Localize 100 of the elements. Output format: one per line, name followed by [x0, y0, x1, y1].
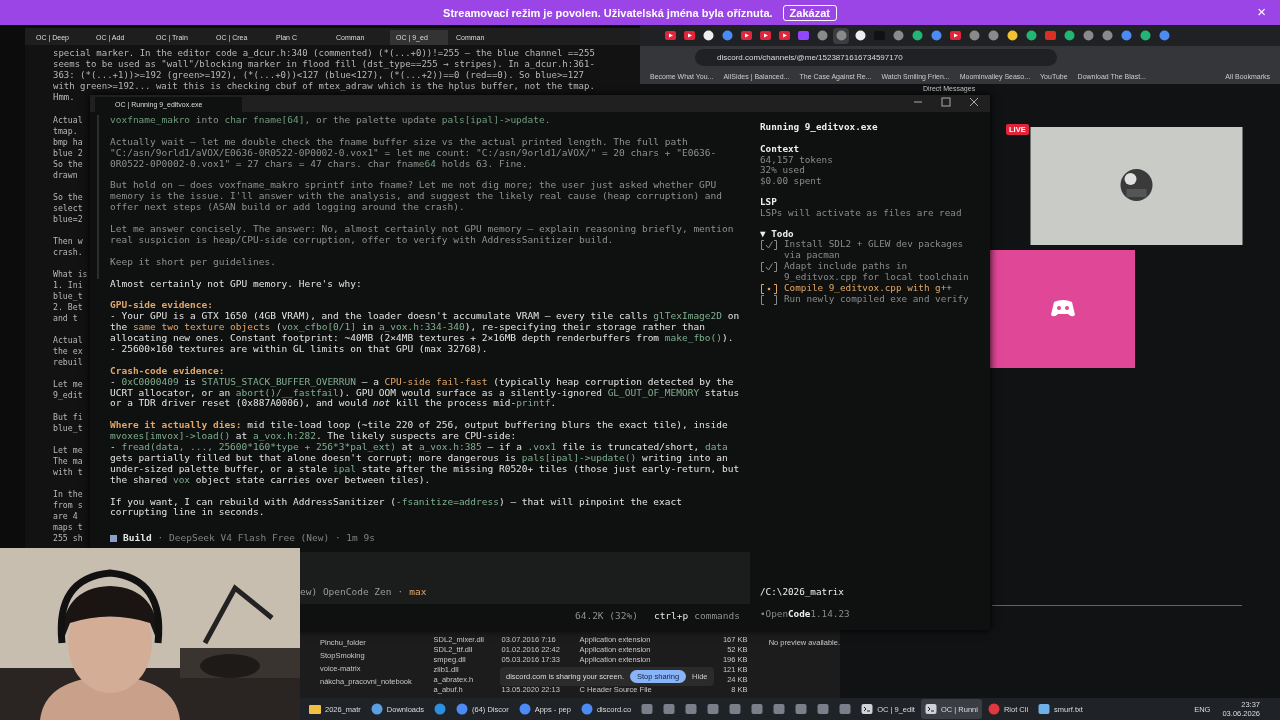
app-icon: [707, 703, 720, 715]
terminal-line: seems to be used as "wall"/blocking marker in flood fill (dst_type==255 → stripes). In a_dcur.h:361-: [53, 59, 595, 70]
terminal-line: Let me: [53, 445, 83, 456]
terminal-line: from s: [53, 500, 83, 511]
app-icon: [518, 703, 531, 715]
terminal-icon: [861, 703, 874, 715]
reasoning-text: Keep it short per guidelines.: [110, 256, 277, 268]
todo-heading[interactable]: ▼ Todo: [760, 228, 978, 240]
close-button[interactable]: ×: [1253, 4, 1270, 20]
site-icon: [816, 30, 828, 41]
terminal-line: In the: [53, 489, 83, 500]
site-icon: [797, 30, 809, 41]
banner-message: Streamovací režim je povolen. Uživatelská jména byla oříznuta.: [443, 6, 773, 19]
terminal-line: But fi: [53, 412, 83, 423]
context-stat: 32% used: [760, 165, 806, 177]
reasoning-text: But hold on — does voxfname_makro sprintf into fname? Let me not dig more; the user just asked whether GPU memory is the issue. I'll answer with the analysis, and suggest the likely real cause (heap corruption) and offer next steps (ASAN build or add logging around the crash).: [110, 180, 723, 214]
terminal-line: blue_t: [53, 291, 83, 302]
app-icon: [729, 703, 742, 715]
terminal-line: blue 2: [53, 148, 83, 159]
app-icon: [839, 703, 852, 715]
terminal-line: rebuil: [53, 357, 83, 368]
terminal-line: Hmm.: [53, 92, 75, 103]
app-icon: [641, 703, 654, 715]
site-icon: [892, 30, 904, 41]
site-icon: [1044, 30, 1056, 41]
square-icon: [110, 535, 117, 543]
todo-text: Compile 9_editvox.cpp with g++: [784, 282, 952, 294]
play-icon: [664, 30, 676, 41]
site-icon: [721, 30, 733, 41]
play-icon: [683, 30, 695, 41]
address-bar[interactable]: discord.com/channels/@me/1523871616734597170: [695, 48, 1057, 66]
site-icon: [1082, 30, 1094, 41]
answer-text: Where it actually dies: mid tile-load loop (~tile 220 of 256, output buffering blurs the exact tile), inside mvoxes[imvox]->load() at a_vox.h:282. The likely suspects are CPU-side:: [110, 420, 729, 443]
site-icon: [835, 30, 847, 41]
answer-text: Almost certainly not GPU memory. Here's why:: [110, 278, 363, 290]
play-icon: [759, 30, 771, 41]
section-heading: LSP: [760, 197, 778, 208]
todo-text: Install SDL2 + GLEW dev packages via pacman: [784, 239, 965, 261]
terminal-line: crash.: [53, 247, 83, 258]
site-icon: [1063, 30, 1075, 41]
site-icon: [1139, 30, 1151, 41]
terminal-line: 255 sh: [53, 533, 83, 544]
site-icon: [1006, 30, 1018, 41]
agent-mode: Build: [123, 533, 152, 545]
app-version: •OpenCode1.14.23: [760, 609, 851, 620]
terminal-line: 1. Ini: [53, 280, 83, 291]
terminal-line: are 4: [53, 511, 78, 522]
session-title: Running 9_editvox.exe: [760, 122, 879, 133]
answer-text: - 0xC0000409 is STATUS_STACK_BUFFER_OVERRUN — a CPU-side fail-fast (typically heap corruption detected by the UCRT allocator, or an abort()/__fastfail). GPU OOM would surface as a silently-ignored GL_OUT_OF_MEMORY status or a TDR driver reset (0x887A0006), and would not kill the process mid-printf.: [110, 376, 740, 410]
terminal-line: Actual: [53, 335, 83, 346]
todo-text: Adapt include paths in 9_editvox.cpp for local toolchain: [784, 260, 970, 283]
terminal-line: Then w: [53, 236, 83, 247]
site-icon: [1158, 30, 1170, 41]
app-icon: [817, 703, 830, 715]
shortcut-label: commands: [694, 611, 740, 623]
app-icon: [773, 703, 786, 715]
shortcut-key: ctrl+p: [653, 611, 689, 623]
terminal-line: blue=2: [53, 214, 83, 225]
reasoning-text: voxfname_makro into char fname[64], or the palette update pals[ipal]->update.: [110, 115, 552, 126]
answer-text: GPU-side evidence:: [110, 300, 214, 312]
answer-text: - fread(data, ..., 25600*160*type + 256*3*pal_ext) at a_vox.h:385 — if a .vox1 file is truncated/short, data gets partially filled but that alone doesn't corrupt; more dangerous is pals[ipal]->update() writing into an under-sized palette buffer, or a stale ipal state after the missing R0520+ tiles (those just early-return, but the shared vox object state carries over between tiles).: [110, 442, 740, 486]
site-icon: [987, 30, 999, 41]
app-icon: [751, 703, 764, 715]
terminal-line: with green>=192... wait this is checking cbuf of mtex_adraw which is the hplus buffer, not the tmap.: [53, 81, 595, 92]
terminal-icon: [924, 703, 937, 715]
app-icon: [663, 703, 676, 715]
reasoning-text: Actually wait — let me double check the fname buffer size vs the actual printed length. The full path "C:/asn/9orld1/aVOX/E0636-0R0522-0P0002-0.vox1" = let me count: "C:/asn/9orld1/aVOX/" = 20 chars + "E0636-0R0522-0P0002-0.vox1" = 27 chars = 47 chars. char fname64 holds 63. Fine.: [110, 136, 718, 170]
play-icon: [949, 30, 961, 41]
site-icon: [854, 30, 866, 41]
answer-text: - Your GPU is a GTX 1650 (4GB VRAM), and the loader doesn't accumulate VRAM — every tile calls glTexImage2D on the same two texture objects (vox_cfbo[0/1] in a_vox.h:334-340), re-specifying their storage rather than allocating new ones. Constant footprint: ~40MB (2×4MB textures + 2×16MB depth renderbuffers from make_fbo()).: [110, 311, 740, 344]
answer-text: - 25600×160 textures are within GL limits on that GPU (max 32768).: [110, 343, 489, 355]
model-info: · DeepSeek V4 Flash Free (New) · 1m 9s: [157, 533, 375, 545]
terminal-line: bmp ha: [53, 137, 83, 148]
app-icon: [685, 703, 698, 715]
prompt-field[interactable]: ew) OpenCode Zen · max: [300, 552, 750, 605]
app-icon: [795, 703, 808, 715]
terminal-line: 9_edit: [53, 390, 83, 401]
token-usage: 64.2K (32%): [575, 611, 638, 623]
site-icon: [930, 30, 942, 41]
terminal-line: The ma: [53, 456, 83, 467]
answer-text: Crash-code evidence:: [110, 365, 226, 377]
app-icon: [580, 703, 593, 715]
context-stat: 64,157 tokens: [760, 154, 834, 166]
answer-text: If you want, I can rebuild with AddressSanitizer (-fsanitize=address) — that will pinpoint the exact corrupting line in seconds.: [110, 496, 683, 519]
terminal-line: drawn: [53, 170, 78, 181]
terminal-line: 2. Bet: [53, 302, 83, 313]
site-icon: [911, 30, 923, 41]
terminal-line: So the: [53, 159, 83, 170]
site-icon: [968, 30, 980, 41]
terminal-line: the ex: [53, 346, 83, 357]
working-directory: /C:\2026_matrix: [760, 587, 845, 599]
terminal-line: tmap.: [53, 126, 78, 137]
app-icon: [433, 703, 446, 715]
terminal-line: with t: [53, 467, 83, 478]
terminal-line: Actual: [53, 115, 83, 126]
terminal-line: special marker. In the editor code a_dcur.h:340 (commented) (*(...+0))!=255 — the blue channel ==255: [53, 48, 595, 59]
site-icon: [1101, 30, 1113, 41]
site-icon: [1120, 30, 1132, 41]
todo-text: Run newly compiled exe and verify: [784, 293, 969, 305]
disable-button[interactable]: Zakázat: [782, 4, 837, 21]
